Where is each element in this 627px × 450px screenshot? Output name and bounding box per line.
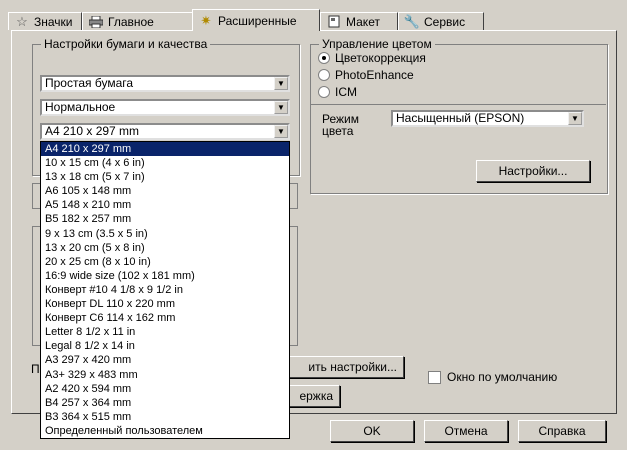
quality-select[interactable]: Нормальное ▼ bbox=[40, 99, 290, 116]
color-mode-select[interactable]: Насыщенный (EPSON) ▼ bbox=[391, 110, 584, 127]
chevron-down-icon[interactable]: ▼ bbox=[568, 112, 582, 125]
chevron-down-icon[interactable]: ▼ bbox=[274, 77, 288, 90]
tab-label: Главное bbox=[108, 14, 154, 29]
dropdown-option[interactable]: Конверт C6 114 x 162 mm bbox=[41, 311, 289, 325]
paper-size-dropdown-list[interactable]: A4 210 x 297 mm 10 x 15 cm (4 x 6 in) 13 x… bbox=[40, 141, 290, 439]
paper-size-select[interactable]: A4 210 x 297 mm ▼ bbox=[40, 123, 290, 140]
checkbox-label: Окно по умолчанию bbox=[447, 370, 558, 384]
divider bbox=[310, 104, 606, 105]
printer-icon bbox=[89, 15, 103, 29]
radio-indicator[interactable] bbox=[318, 86, 330, 98]
chevron-down-icon[interactable]: ▼ bbox=[274, 125, 288, 138]
cancel-button[interactable]: Отмена bbox=[424, 420, 508, 442]
dropdown-option[interactable]: Конверт DL 110 x 220 mm bbox=[41, 297, 289, 311]
dropdown-option[interactable]: 9 x 13 cm (3.5 x 5 in) bbox=[41, 227, 289, 241]
star-icon: ☆ bbox=[16, 13, 28, 29]
tab-service[interactable]: 🔧 Сервис bbox=[398, 12, 484, 30]
printer-properties-window: ☆ Значки Главное ✷ Расширенные Макет 🔧 С… bbox=[0, 0, 627, 450]
group-title: Управление цветом bbox=[319, 37, 435, 51]
dropdown-option[interactable]: Legal 8 1/2 x 14 in bbox=[41, 339, 289, 353]
sparkle-icon: ✷ bbox=[200, 12, 212, 28]
left-cropped-label: П bbox=[31, 362, 40, 376]
radio-label: PhotoEnhance bbox=[335, 68, 414, 82]
color-mode-value: Насыщенный (EPSON) bbox=[396, 111, 525, 125]
dropdown-option[interactable]: Конверт #10 4 1/8 x 9 1/2 in bbox=[41, 283, 289, 297]
dropdown-option[interactable]: 20 x 25 cm (8 x 10 in) bbox=[41, 255, 289, 269]
paper-size-value: A4 210 x 297 mm bbox=[45, 124, 140, 138]
color-settings-button[interactable]: Настройки... bbox=[476, 160, 590, 182]
radio-indicator[interactable] bbox=[318, 52, 330, 64]
chevron-down-icon[interactable]: ▼ bbox=[274, 101, 288, 114]
tab-label: Макет bbox=[346, 14, 380, 29]
tab-layout[interactable]: Макет bbox=[320, 12, 398, 30]
dropdown-option[interactable]: 13 x 18 cm (5 x 7 in) bbox=[41, 170, 289, 184]
help-button[interactable]: Справка bbox=[518, 420, 606, 442]
radio-color-correction[interactable]: Цветокоррекция bbox=[318, 51, 426, 65]
tab-label: Сервис bbox=[424, 14, 466, 29]
dropdown-option[interactable]: 16:9 wide size (102 x 181 mm) bbox=[41, 269, 289, 283]
tab-label: Расширенные bbox=[218, 13, 297, 28]
tab-label: Значки bbox=[34, 14, 73, 29]
dropdown-option[interactable]: A3+ 329 x 483 mm bbox=[41, 368, 289, 382]
radio-label: Цветокоррекция bbox=[335, 51, 426, 65]
radio-label: ICM bbox=[335, 85, 357, 99]
media-type-select[interactable]: Простая бумага ▼ bbox=[40, 75, 290, 92]
radio-icm[interactable]: ICM bbox=[318, 85, 357, 99]
dropdown-option[interactable]: A2 420 x 594 mm bbox=[41, 382, 289, 396]
tab-icons[interactable]: ☆ Значки bbox=[8, 12, 82, 30]
dropdown-option[interactable]: Letter 8 1/2 x 11 in bbox=[41, 325, 289, 339]
tab-main[interactable]: Главное bbox=[82, 12, 194, 30]
quality-value: Нормальное bbox=[45, 100, 116, 114]
dropdown-option[interactable]: 13 x 20 cm (5 x 8 in) bbox=[41, 241, 289, 255]
dropdown-option[interactable]: A4 210 x 297 mm bbox=[41, 142, 289, 157]
tab-strip: ☆ Значки Главное ✷ Расширенные Макет 🔧 С… bbox=[8, 9, 618, 31]
dropdown-option[interactable]: A6 105 x 148 mm bbox=[41, 184, 289, 198]
dropdown-option[interactable]: B5 182 x 257 mm bbox=[41, 212, 289, 226]
wrench-icon: 🔧 bbox=[403, 13, 421, 29]
dropdown-option[interactable]: B4 257 x 364 mm bbox=[41, 396, 289, 410]
dropdown-option[interactable]: Определенный пользователем bbox=[41, 424, 289, 438]
default-window-checkbox[interactable]: Окно по умолчанию bbox=[428, 370, 557, 384]
checkbox-box[interactable] bbox=[428, 370, 441, 384]
dropdown-option[interactable]: B3 364 x 515 mm bbox=[41, 410, 289, 424]
tab-advanced[interactable]: ✷ Расширенные bbox=[192, 9, 320, 31]
dropdown-option[interactable]: A5 148 x 210 mm bbox=[41, 198, 289, 212]
group-title: Настройки бумаги и качества bbox=[41, 37, 211, 51]
ok-button[interactable]: OK bbox=[330, 420, 414, 442]
radio-photoenhance[interactable]: PhotoEnhance bbox=[318, 68, 414, 82]
page-layout-icon bbox=[327, 15, 341, 29]
dropdown-option[interactable]: 10 x 15 cm (4 x 6 in) bbox=[41, 156, 289, 170]
radio-indicator[interactable] bbox=[318, 69, 330, 81]
dropdown-option[interactable]: A3 297 x 420 mm bbox=[41, 353, 289, 367]
media-type-value: Простая бумага bbox=[45, 76, 134, 90]
color-mode-label-line2: цвета bbox=[322, 124, 354, 138]
